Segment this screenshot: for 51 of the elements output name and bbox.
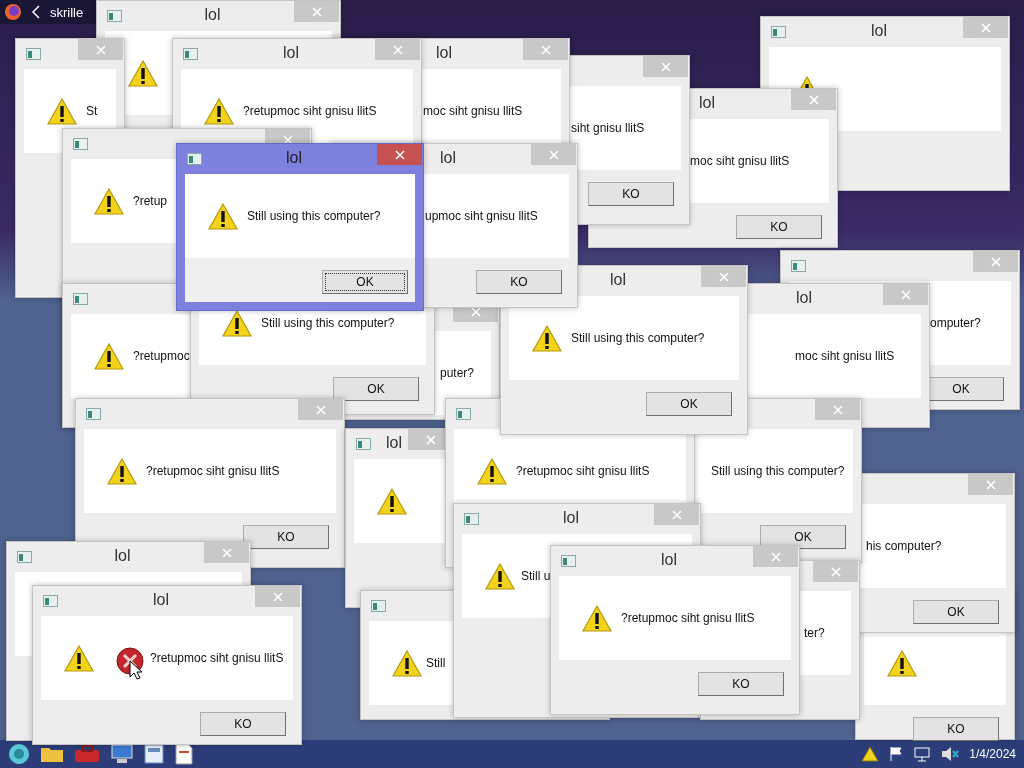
message-text: moc siht gnisu llitS xyxy=(795,349,895,363)
window-title: lol xyxy=(699,94,715,112)
dialog-button[interactable]: KO xyxy=(588,182,674,206)
window-title: lol xyxy=(661,551,677,569)
message-text: siht gnisu llitS xyxy=(571,121,645,135)
message-text: his computer? xyxy=(866,539,942,553)
dialog-button[interactable]: KO xyxy=(200,712,286,736)
window-title: lol xyxy=(204,6,221,24)
tab-title[interactable]: skrille xyxy=(50,4,84,20)
message-text: ter? xyxy=(804,626,825,640)
window-title: lol xyxy=(440,149,456,167)
dialog-button[interactable]: KO xyxy=(913,717,999,741)
dialog-button[interactable]: OK xyxy=(913,600,999,624)
message-text: ?retupmoc siht gnisu llitS xyxy=(150,651,284,665)
dialog-button[interactable]: OK xyxy=(322,270,408,294)
dialog-button[interactable]: OK xyxy=(333,377,419,401)
message-text: moc siht gnisu llitS xyxy=(423,104,523,118)
window-title: lol xyxy=(283,44,299,62)
message-text: upmoc siht gnisu llitS xyxy=(425,209,538,223)
window-title: lol xyxy=(153,591,169,609)
message-text: ?retupmoc siht gnisu llitS xyxy=(146,464,280,478)
message-text: omputer? xyxy=(930,316,981,330)
message-text: ?retupmoc siht gnisu llitS xyxy=(621,611,755,625)
window-title: lol xyxy=(436,44,452,62)
dialog-button[interactable]: KO xyxy=(698,672,784,696)
window-title: lol xyxy=(796,289,812,307)
clock-date[interactable]: 1/4/2024 xyxy=(969,747,1016,761)
message-text: Still using this computer? xyxy=(247,209,381,223)
window-title: lol xyxy=(610,271,626,289)
message-text: Still using this computer? xyxy=(571,331,705,345)
dialog-button[interactable]: KO xyxy=(476,270,562,294)
dialog-button[interactable]: OK xyxy=(760,525,846,549)
message-text: St xyxy=(86,104,98,118)
message-text: ?retupmoc xyxy=(133,349,190,363)
dialog-button[interactable]: OK xyxy=(646,392,732,416)
window-title: lol xyxy=(286,149,302,167)
message-text: Still using this computer? xyxy=(261,316,395,330)
message-text: Still using this computer? xyxy=(711,464,845,478)
window-title: lol xyxy=(563,509,579,527)
window-title: lol xyxy=(386,434,402,452)
window-title: lol xyxy=(114,547,131,565)
dialog-button[interactable]: KO xyxy=(736,215,822,239)
message-text: ?retup xyxy=(133,194,168,208)
message-text: ?retupmoc siht gnisu llitS xyxy=(516,464,650,478)
window-title: lol xyxy=(871,22,887,40)
message-text: ?retupmoc siht gnisu llitS xyxy=(243,104,377,118)
message-text: Still u xyxy=(521,569,551,583)
message-text: moc siht gnisu llitS xyxy=(690,154,790,168)
message-text: Still xyxy=(426,656,446,670)
message-text: puter? xyxy=(440,366,475,380)
dialog-button[interactable]: KO xyxy=(243,525,329,549)
